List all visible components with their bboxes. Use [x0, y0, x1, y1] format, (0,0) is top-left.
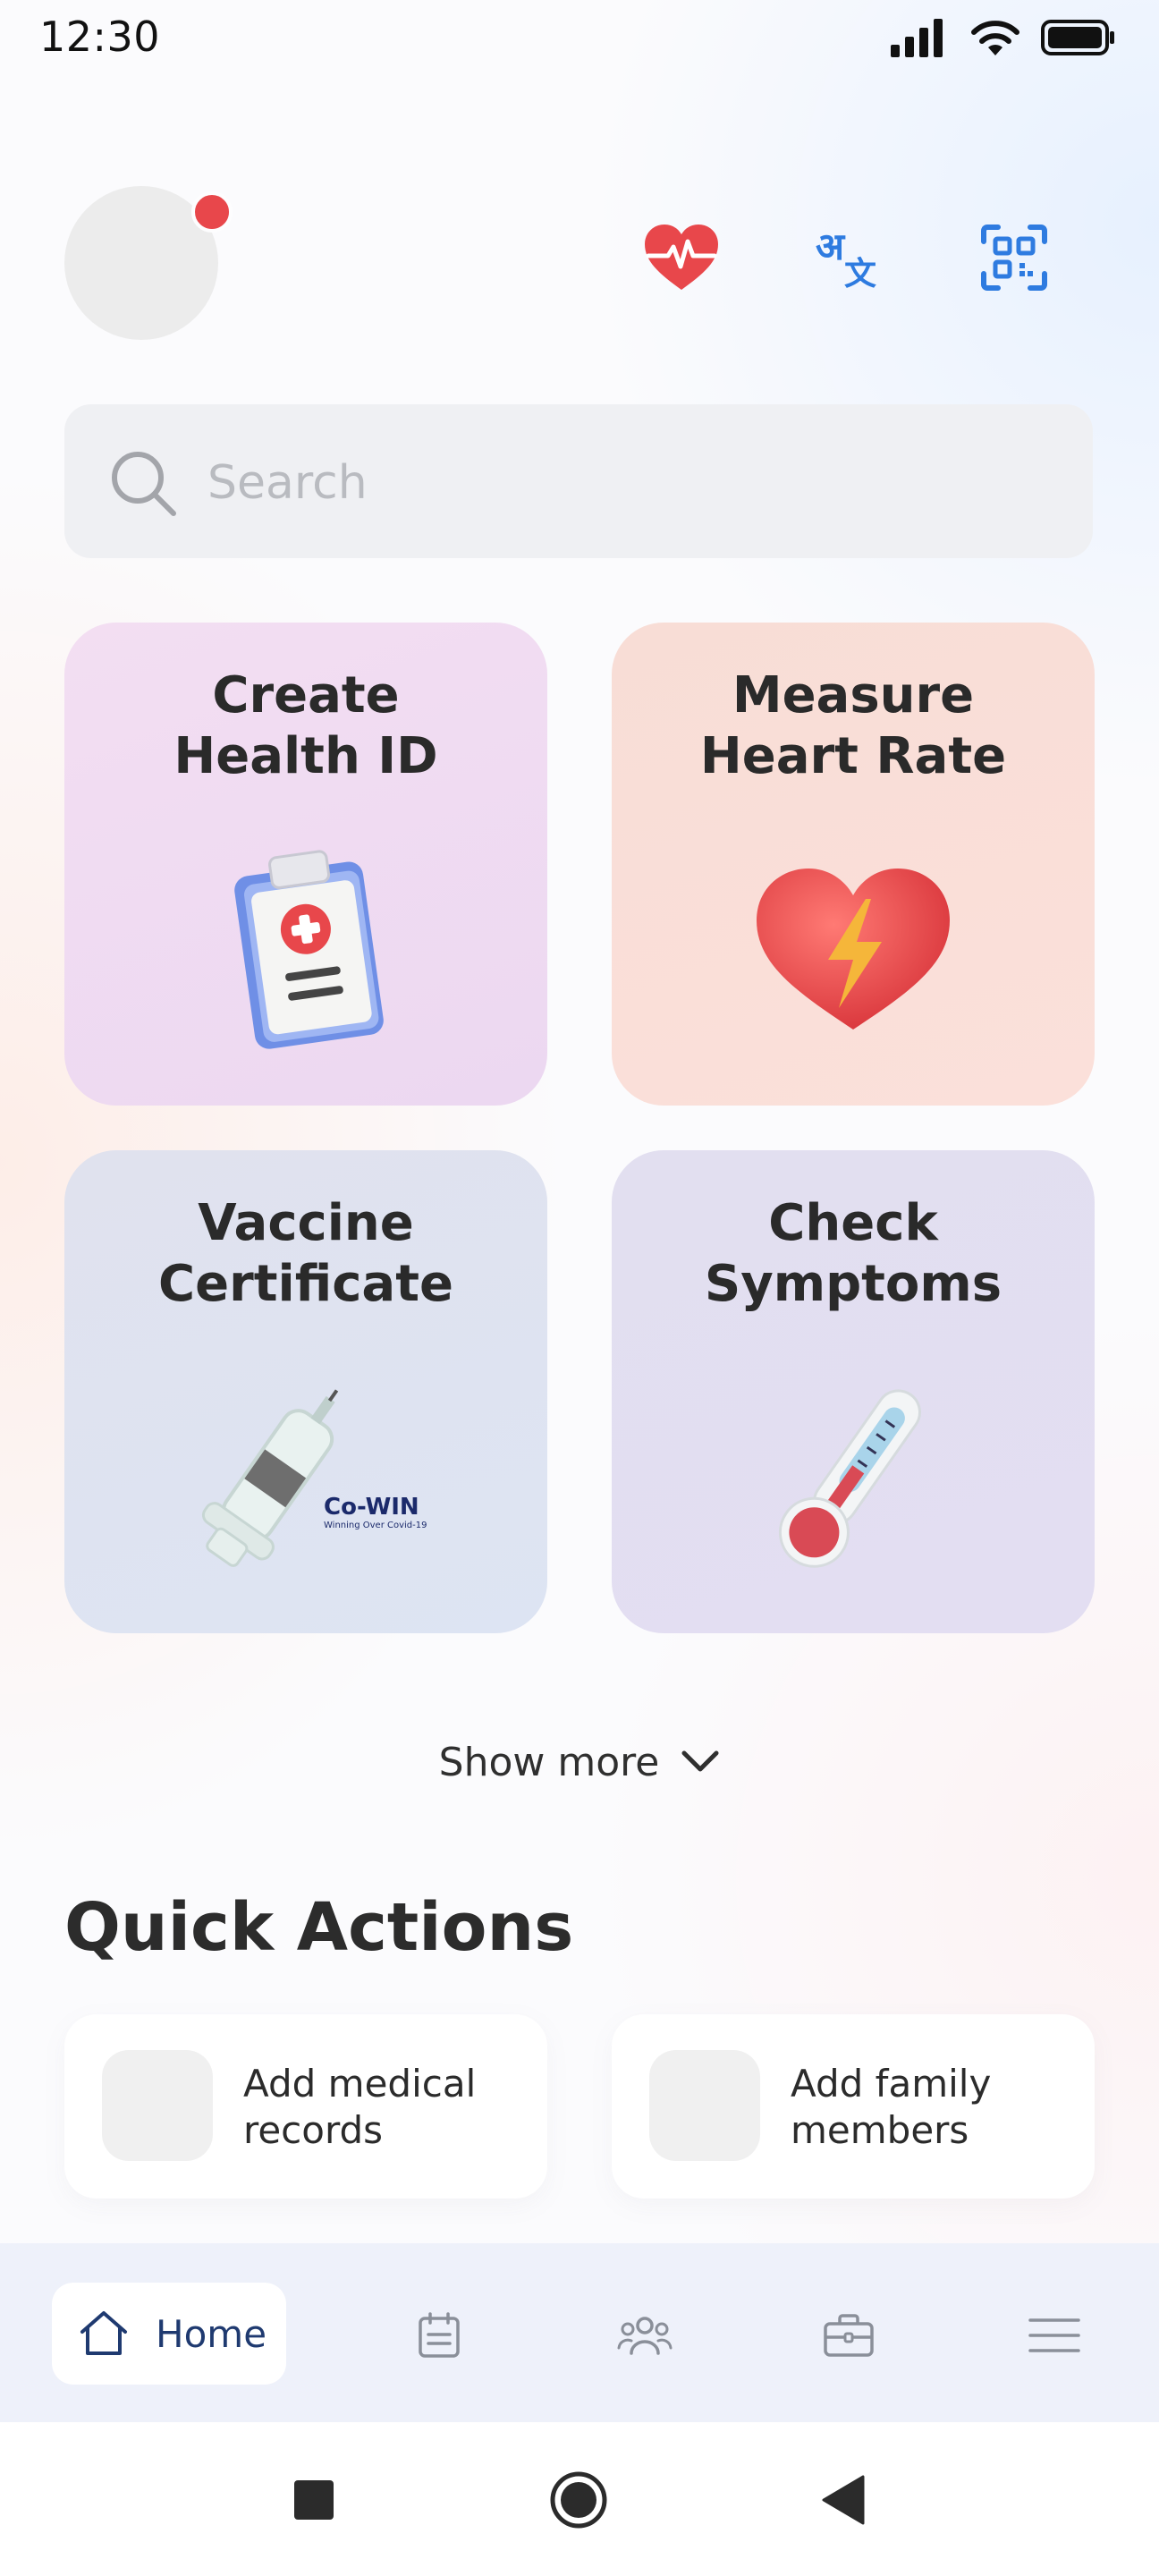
nav-home-label: Home [156, 2311, 267, 2356]
syringe-icon [64, 1356, 547, 1597]
medical-records-icon [102, 2050, 213, 2161]
status-time: 12:30 [39, 13, 161, 61]
quick-action-label: Add family members [791, 2062, 992, 2152]
nav-item-home[interactable]: Home [52, 2283, 286, 2385]
clipboard-icon [64, 828, 547, 1070]
briefcase-icon [824, 2314, 874, 2357]
triangle-back-icon [822, 2475, 865, 2525]
calendar-icon [419, 2312, 460, 2358]
square-icon [294, 2480, 334, 2520]
back-button[interactable] [812, 2469, 875, 2531]
quick-actions-title: Quick Actions [64, 1889, 574, 1966]
home-system-button[interactable] [547, 2469, 610, 2531]
circle-icon [550, 2471, 607, 2529]
add-medical-records-button[interactable]: Add medical records [64, 2014, 547, 2199]
chevron-down-icon [681, 1750, 719, 1772]
card-title: Vaccine Certificate [158, 1194, 453, 1313]
quick-action-label: Add medical records [243, 2062, 477, 2152]
add-family-members-button[interactable]: Add family members [612, 2014, 1095, 2199]
show-more-label: Show more [438, 1739, 660, 1785]
create-health-id-card[interactable]: Create Health ID [64, 623, 547, 1106]
show-more-button[interactable]: Show more [0, 1726, 1159, 1798]
card-title: Measure Heart Rate [699, 666, 1007, 785]
nav-item-services[interactable] [817, 2304, 880, 2367]
svg-text:文: 文 [844, 256, 876, 292]
family-members-icon [649, 2050, 760, 2161]
search-icon [112, 452, 176, 516]
heart-pulse-icon [645, 225, 718, 290]
language-button[interactable]: अ 文 [805, 220, 891, 295]
heart-lightning-icon [612, 828, 1095, 1070]
signal-icon [891, 19, 943, 57]
nav-item-family[interactable] [613, 2304, 676, 2367]
wifi-icon [971, 21, 1019, 55]
status-icons [889, 18, 1116, 57]
card-title: Create Health ID [173, 666, 438, 785]
search-input[interactable] [207, 447, 1012, 519]
home-icon [80, 2311, 127, 2355]
notification-dot [191, 191, 233, 233]
menu-icon [1028, 2318, 1080, 2352]
health-monitor-button[interactable] [639, 220, 724, 295]
cowin-logo: Co-WIN Winning Over Covid-19 [324, 1494, 427, 1530]
card-title: Check Symptoms [704, 1194, 1002, 1313]
measure-heart-rate-card[interactable]: Measure Heart Rate [612, 623, 1095, 1106]
check-symptoms-card[interactable]: Check Symptoms [612, 1150, 1095, 1633]
people-icon [617, 2317, 673, 2355]
scan-qr-button[interactable] [971, 220, 1057, 295]
recents-button[interactable] [283, 2469, 345, 2531]
nav-item-menu[interactable] [1023, 2304, 1086, 2367]
translate-icon: अ 文 [816, 225, 876, 292]
qr-scan-icon [981, 225, 1047, 291]
battery-icon [1041, 20, 1114, 55]
thermometer-icon [612, 1356, 1095, 1597]
vaccine-certificate-card[interactable]: Vaccine Certificate Co-WIN Winning Over … [64, 1150, 547, 1633]
nav-item-calendar[interactable] [408, 2304, 470, 2367]
svg-text:अ: अ [816, 225, 846, 268]
